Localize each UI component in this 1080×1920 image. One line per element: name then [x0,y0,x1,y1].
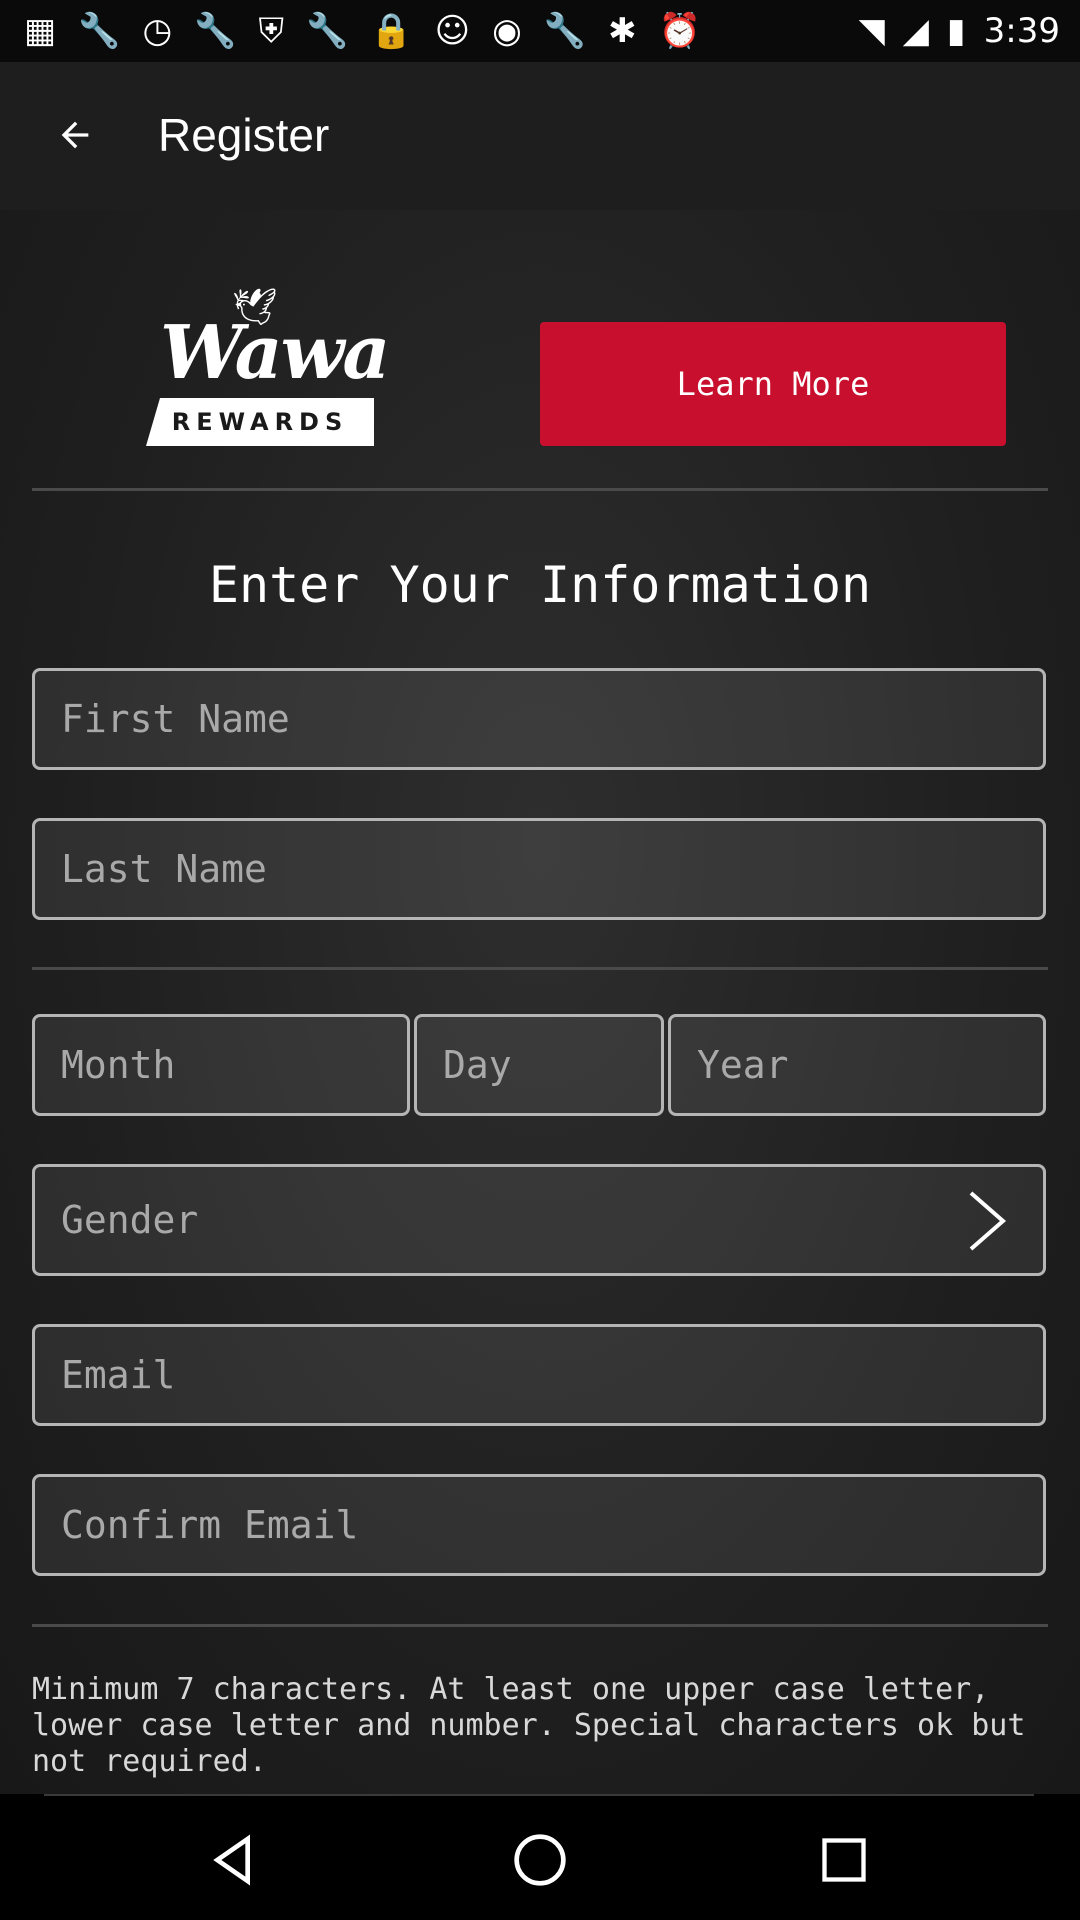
back-triangle-icon [213,1834,250,1886]
confirm-email-input[interactable] [35,1477,1043,1573]
recents-square-icon [822,1838,866,1882]
system-icons: ◥ ◢ ▮ 3:39 [859,8,1060,54]
nav-recents-button[interactable] [808,1824,880,1896]
grid-icon: ▦ [24,11,57,51]
gender-select[interactable]: Gender [32,1164,1046,1276]
wrench-icon: 🔧 [543,11,587,51]
arrow-back-icon [61,121,89,149]
app-bar: Register [0,62,1080,210]
confirm-email-field[interactable] [32,1474,1046,1576]
email-field[interactable] [32,1324,1046,1426]
password-requirements-note: Minimum 7 characters. At least one upper… [32,1672,1026,1779]
first-name-input[interactable] [35,671,1043,767]
fox-sports-icon: ◉ [492,11,522,51]
smiley-icon: ☺ [434,11,471,51]
year-input[interactable] [671,1017,1043,1113]
day-input[interactable] [417,1017,661,1113]
month-input[interactable] [35,1017,407,1113]
shield-icon: ⛨ [258,11,284,51]
wawa-rewards-logo: 🕊 Wawa REWARDS [146,286,390,446]
battery-icon: ▮ [946,11,966,51]
learn-more-button[interactable]: Learn More [540,322,1006,446]
logo-wordmark: Wawa [160,310,390,396]
bluetooth-icon: ✱ [608,11,637,51]
first-name-field[interactable] [32,668,1046,770]
lock-icon: 🔒 [370,11,413,51]
last-name-field[interactable] [32,818,1046,920]
timer-icon: ◷ [142,11,173,51]
system-nav-bar [0,1794,1080,1920]
nav-home-button[interactable] [504,1824,576,1896]
status-bar: ▦ 🔧 ◷ 🔧 ⛨ 🔧 🔒 ☺ ◉ 🔧 ✱ ⏰ ◥ ◢ ▮ 3:39 [0,0,1080,62]
divider [32,967,1048,970]
form-title: Enter Your Information [208,556,872,614]
notification-icons: ▦ 🔧 ◷ 🔧 ⛨ 🔧 🔒 ☺ ◉ 🔧 ✱ ⏰ [24,8,701,54]
email-input[interactable] [35,1327,1043,1423]
last-name-input[interactable] [35,821,1043,917]
nav-divider [44,1794,1034,1796]
logo-rewards-label: REWARDS [146,398,374,446]
back-button[interactable] [40,100,110,170]
wrench-icon: 🔧 [305,11,349,51]
gender-label: Gender [61,1198,199,1242]
wrench-icon: 🔧 [78,11,121,51]
divider [32,488,1048,491]
divider [32,1624,1048,1627]
year-field[interactable] [668,1014,1046,1116]
page-title: Register [158,109,330,161]
wrench-icon: 🔧 [194,11,237,51]
nav-back-button[interactable] [200,1824,272,1896]
day-field[interactable] [414,1014,664,1116]
chevron-right-icon [969,1191,1007,1251]
register-form-screen: 🕊 Wawa REWARDS Learn More Enter Your Inf… [0,210,1080,1794]
alarm-icon: ⏰ [658,11,701,51]
status-time: 3:39 [983,11,1060,51]
signal-icon: ◢ [902,11,929,51]
month-field[interactable] [32,1014,410,1116]
wifi-icon: ◥ [858,11,885,51]
home-circle-icon [514,1834,566,1886]
